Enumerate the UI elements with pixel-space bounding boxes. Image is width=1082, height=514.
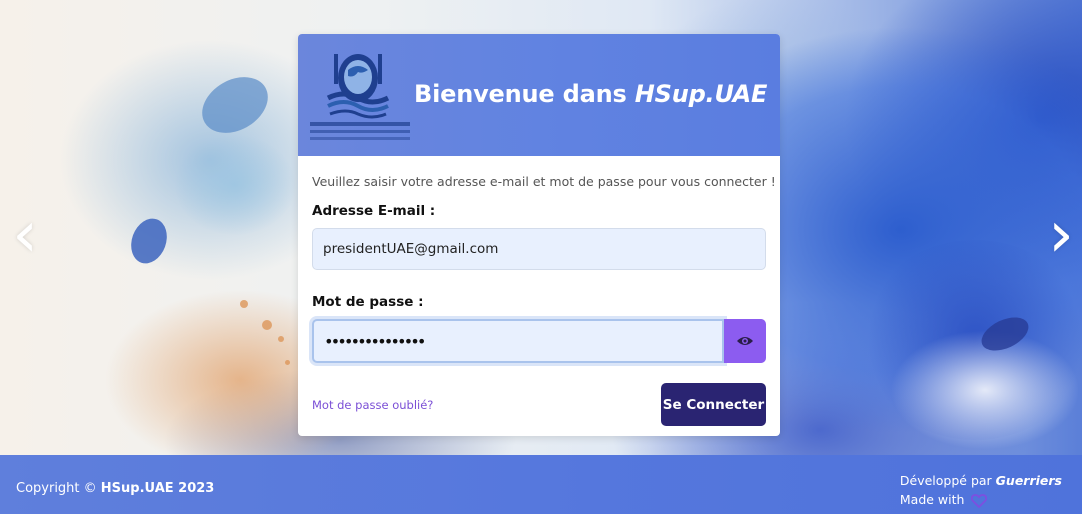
blue-petal-shape xyxy=(125,213,173,269)
carousel-next-button[interactable]: › xyxy=(1046,203,1076,267)
paint-splash xyxy=(240,300,248,308)
password-value: ••••••••••••••• xyxy=(324,331,426,351)
password-label: Mot de passe : xyxy=(312,294,424,310)
paint-splash xyxy=(285,360,290,365)
login-form: Veuillez saisir votre adresse e-mail et … xyxy=(298,156,780,426)
made-with-line: Made with xyxy=(900,490,1062,509)
copyright-brand: HSup.UAE 2023 xyxy=(100,481,215,496)
email-value: presidentUAE@gmail.com xyxy=(323,241,499,257)
chevron-right-icon: › xyxy=(1048,198,1074,272)
password-field[interactable]: ••••••••••••••• xyxy=(312,319,724,363)
title-prefix: Bienvenue dans xyxy=(414,80,635,108)
university-logo xyxy=(310,54,410,140)
form-actions: Mot de passe oublié? Se Connecter xyxy=(312,383,766,426)
dev-prefix: Développé par xyxy=(899,473,996,488)
made-with-text: Made with xyxy=(899,492,965,507)
teal-book-shape xyxy=(175,135,295,235)
developer-credit: Développé par Guerriers Made with xyxy=(900,471,1062,509)
page-footer: Copyright © HSup.UAE 2023 Développé par … xyxy=(0,455,1082,514)
login-button[interactable]: Se Connecter xyxy=(661,383,766,426)
card-header: Bienvenue dans HSup.UAE xyxy=(298,34,780,156)
login-card: Bienvenue dans HSup.UAE Veuillez saisir … xyxy=(298,34,780,436)
login-instructions: Veuillez saisir votre adresse e-mail et … xyxy=(312,174,776,189)
title-brand: HSup.UAE xyxy=(634,80,768,108)
paint-splash xyxy=(278,336,284,342)
developed-by-line: Développé par Guerriers xyxy=(900,471,1062,490)
toggle-password-visibility-button[interactable] xyxy=(724,319,766,363)
password-row: ••••••••••••••• xyxy=(312,319,766,363)
email-label: Adresse E-mail : xyxy=(312,203,436,219)
carousel-prev-button[interactable]: ‹ xyxy=(10,203,40,267)
dev-author: Guerriers xyxy=(995,473,1062,488)
email-field[interactable]: presidentUAE@gmail.com xyxy=(312,228,766,270)
heart-icon xyxy=(971,493,988,508)
chevron-left-icon: ‹ xyxy=(12,198,38,272)
copyright-text: Copyright © HSup.UAE 2023 xyxy=(16,481,214,496)
paint-splash xyxy=(262,320,272,330)
page-title: Bienvenue dans HSup.UAE xyxy=(414,80,767,108)
copyright-prefix: Copyright © xyxy=(16,481,101,496)
eye-icon xyxy=(737,337,753,345)
blue-leaf-shape xyxy=(192,65,278,145)
forgot-password-link[interactable]: Mot de passe oublié? xyxy=(312,398,433,412)
